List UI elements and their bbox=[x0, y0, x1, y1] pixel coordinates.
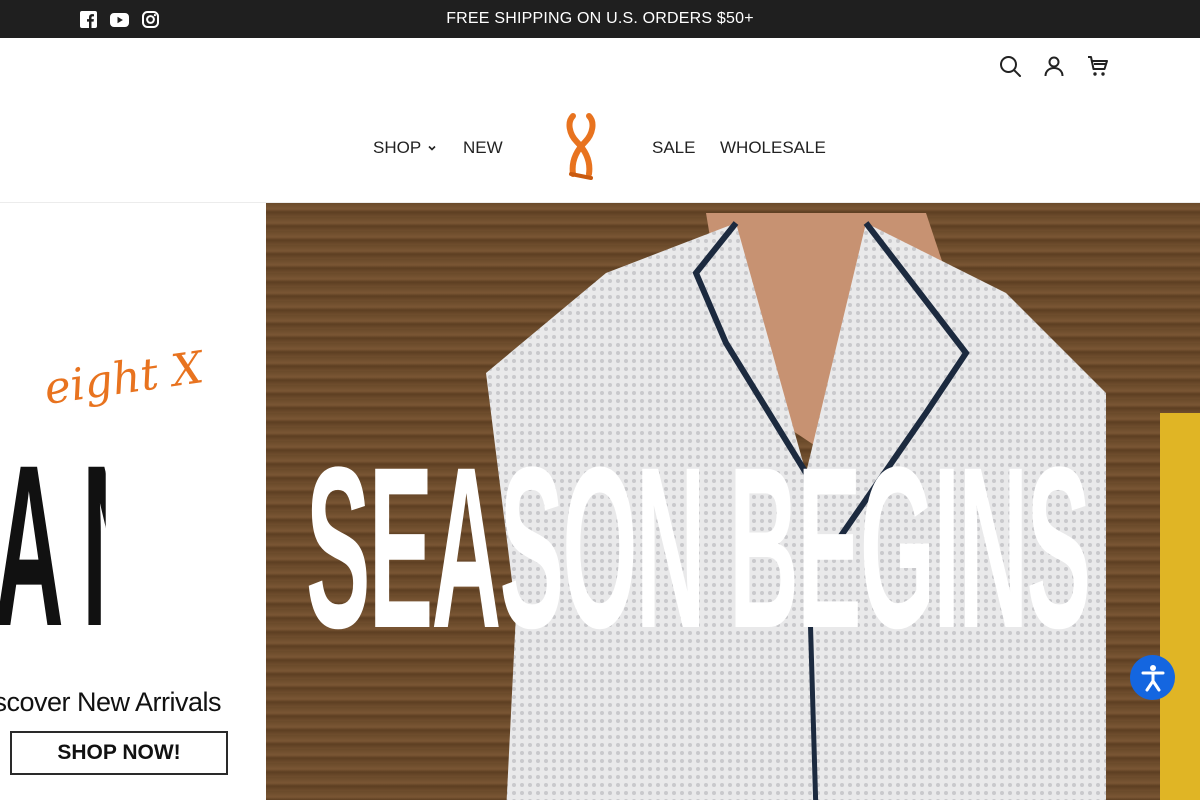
hero-subline: iscover New Arrivals bbox=[0, 687, 222, 717]
background-yellow-bars bbox=[1160, 413, 1200, 800]
nav-new-label: NEW bbox=[463, 138, 503, 157]
nav-item-sale[interactable]: SALE bbox=[652, 138, 695, 158]
nav-item-wholesale[interactable]: WHOLESALE bbox=[720, 138, 826, 158]
shop-now-button[interactable]: SHOP NOW! bbox=[10, 731, 228, 775]
announcement-bar: FREE SHIPPING ON U.S. ORDERS $50+ bbox=[0, 0, 1200, 38]
chevron-down-icon bbox=[428, 145, 436, 151]
hero-banner[interactable]: eight X A NEW SEASON BEGINS iscover New … bbox=[0, 203, 1200, 800]
announcement-text: FREE SHIPPING ON U.S. ORDERS $50+ bbox=[446, 10, 754, 27]
headline-right: SEASON BEGINS bbox=[306, 419, 1091, 676]
site-header: SHOP NEW SALE WHOLESALE bbox=[0, 38, 1200, 203]
accessibility-button[interactable] bbox=[1130, 655, 1175, 700]
nav-sale-label: SALE bbox=[652, 138, 696, 157]
headline-left: A NEW bbox=[0, 421, 106, 671]
account-icon[interactable] bbox=[1042, 54, 1066, 78]
nav-shop-label: SHOP bbox=[373, 138, 422, 157]
accessibility-icon bbox=[1141, 664, 1164, 691]
nav-item-new[interactable]: NEW bbox=[463, 138, 503, 158]
cart-icon[interactable] bbox=[1086, 54, 1110, 78]
main-nav: SHOP NEW SALE WHOLESALE bbox=[0, 108, 1200, 188]
nav-wholesale-label: WHOLESALE bbox=[720, 138, 826, 157]
brand-logo[interactable] bbox=[561, 112, 601, 184]
header-utilities bbox=[998, 54, 1110, 78]
nav-item-shop[interactable]: SHOP bbox=[373, 138, 437, 158]
search-icon[interactable] bbox=[998, 54, 1022, 78]
